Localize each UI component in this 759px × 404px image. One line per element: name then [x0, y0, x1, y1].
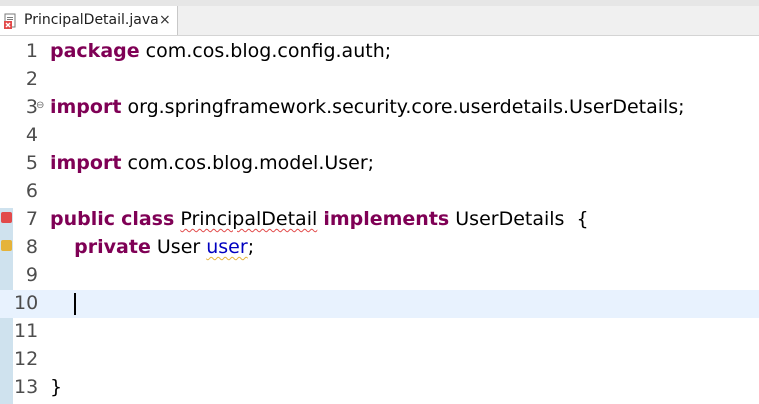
line-number: 4	[25, 124, 38, 146]
text-caret	[74, 293, 76, 315]
code-line[interactable]: 9	[0, 262, 759, 290]
line-number: 3	[25, 96, 38, 118]
line-number: 6	[25, 180, 38, 202]
code-line[interactable]: 2	[0, 66, 759, 94]
code-line[interactable]: 13}	[0, 374, 759, 402]
keyword-token: private	[74, 236, 151, 258]
keyword-token: class	[121, 208, 175, 230]
code-editor[interactable]: ⊖ 1 package com.cos.blog.config.auth; 2 3 im…	[0, 36, 759, 404]
code-line[interactable]: 11	[0, 318, 759, 346]
line-number: 1	[25, 40, 38, 62]
code-token: }	[50, 376, 63, 398]
line-number: 12	[14, 348, 39, 370]
code-text: package com.cos.blog.config.auth;	[50, 40, 391, 62]
keyword-token: import	[50, 152, 122, 174]
code-line[interactable]: 7 public class PrincipalDetail implements…	[0, 206, 759, 234]
line-number: 11	[14, 320, 39, 342]
close-icon[interactable]: ×	[159, 12, 171, 28]
tab-principal-detail[interactable]: PrincipalDetail.java ×	[0, 6, 178, 36]
line-number: 10	[14, 292, 39, 314]
java-file-error-icon	[4, 13, 16, 29]
code-line[interactable]: 8 private User user;	[0, 234, 759, 262]
tab-label: PrincipalDetail.java	[24, 12, 159, 28]
code-line[interactable]: 5 import com.cos.blog.model.User;	[0, 150, 759, 178]
code-token: com.cos.blog.config.auth;	[139, 40, 392, 62]
code-text: private User user;	[50, 236, 254, 258]
editor-tab-bar: PrincipalDetail.java ×	[0, 0, 759, 36]
code-token: User	[150, 236, 207, 258]
keyword-token: package	[50, 40, 140, 62]
code-line[interactable]: 4	[0, 122, 759, 150]
code-text: public class PrincipalDetail implements …	[50, 208, 589, 230]
line-number: 2	[25, 68, 38, 90]
line-number: 9	[25, 264, 38, 286]
code-token: ;	[247, 236, 255, 258]
code-line[interactable]: 10	[0, 290, 759, 318]
keyword-token: import	[50, 96, 122, 118]
code-token: com.cos.blog.model.User;	[121, 152, 375, 174]
field-token: user	[206, 236, 248, 258]
code-line[interactable]: 6	[0, 178, 759, 206]
code-text: }	[50, 376, 62, 398]
code-line[interactable]: 1 package com.cos.blog.config.auth;	[0, 38, 759, 66]
code-token: org.springframework.security.core.userde…	[121, 96, 685, 118]
code-text: import com.cos.blog.model.User;	[50, 152, 374, 174]
code-line[interactable]: 3 import org.springframework.security.cor…	[0, 94, 759, 122]
keyword-token: public	[50, 208, 116, 230]
line-number: 5	[25, 152, 38, 174]
code-line[interactable]: 12	[0, 346, 759, 374]
keyword-token: implements	[323, 208, 450, 230]
line-number: 7	[25, 208, 38, 230]
code-token: PrincipalDetail	[180, 208, 318, 230]
line-number: 13	[14, 376, 39, 398]
line-number: 8	[25, 236, 38, 258]
code-token: UserDetails {	[449, 208, 589, 230]
code-text: import org.springframework.security.core…	[50, 96, 685, 118]
